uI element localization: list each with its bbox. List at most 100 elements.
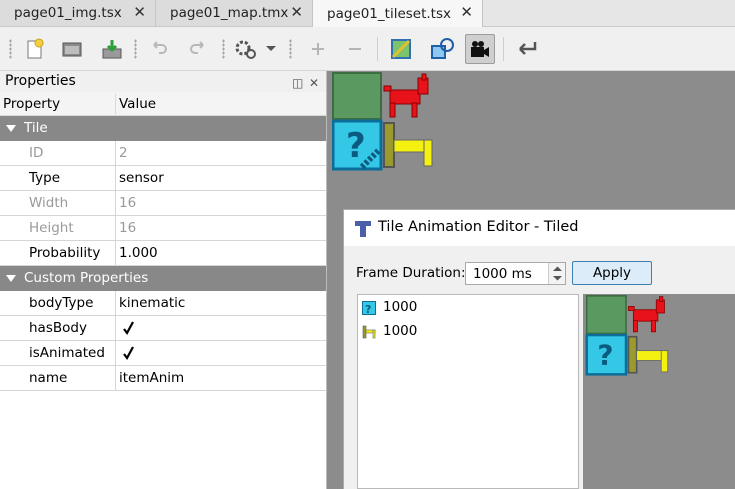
expand-arrow-icon[interactable] xyxy=(6,275,16,282)
property-key: Probability xyxy=(0,241,116,266)
red-dog-icon xyxy=(383,73,429,118)
toolbar-separator xyxy=(503,37,504,61)
property-key: Width xyxy=(0,191,116,216)
close-panel-icon[interactable]: ✕ xyxy=(309,73,319,94)
tab-page01-tileset[interactable]: page01_tileset.tsx ✕ xyxy=(313,0,483,28)
frame-duration-label: Frame Duration: xyxy=(356,265,466,281)
close-icon[interactable]: ✕ xyxy=(460,3,473,21)
tab-page01-map[interactable]: page01_map.tmx ✕ xyxy=(156,0,313,26)
add-tile-icon[interactable] xyxy=(303,34,333,64)
toolbar-grip[interactable] xyxy=(134,39,137,59)
dynamic-wrapping-icon[interactable] xyxy=(512,34,542,64)
frame-list[interactable]: ? 1000 1000 xyxy=(357,294,579,489)
dropdown-arrow-icon[interactable] xyxy=(262,34,280,64)
properties-header: Property Value xyxy=(0,92,326,116)
spring-icon xyxy=(383,122,433,168)
remove-tile-icon[interactable] xyxy=(340,34,370,64)
property-key: hasBody xyxy=(0,316,116,341)
question-block-icon: ? xyxy=(362,301,376,315)
column-header-property[interactable]: Property xyxy=(3,92,60,116)
dialog-tileset-view[interactable]: ? xyxy=(583,294,735,489)
toolbar-grip[interactable] xyxy=(289,39,292,59)
group-label: Tile xyxy=(24,120,48,136)
dialog-titlebar[interactable]: Tile Animation Editor - Tiled xyxy=(344,210,735,246)
tab-label: page01_img.tsx xyxy=(14,5,122,21)
toolbar-grip[interactable] xyxy=(9,39,12,59)
property-value: 2 xyxy=(116,141,326,166)
properties-panel: Properties ◫ ✕ Property Value Tile ID 2 … xyxy=(0,71,327,489)
list-item[interactable]: 1000 xyxy=(362,322,562,342)
group-row-custom-properties[interactable]: Custom Properties xyxy=(0,266,326,291)
tab-label: page01_map.tmx xyxy=(170,5,289,21)
property-key: Type xyxy=(0,166,116,191)
edit-terrain-icon[interactable] xyxy=(386,34,416,64)
checkmark-icon[interactable] xyxy=(121,345,136,361)
column-separator[interactable] xyxy=(115,94,116,114)
spring-icon xyxy=(362,325,376,339)
tileset-tiles[interactable]: ? xyxy=(332,72,452,182)
property-value[interactable]: 1.000 xyxy=(116,241,326,266)
spinbox-arrows[interactable] xyxy=(548,263,565,284)
frame-duration-value[interactable]: 1000 ms xyxy=(473,266,532,282)
frame-duration: 1000 xyxy=(383,299,418,315)
property-key: isAnimated xyxy=(0,341,116,366)
property-row-type[interactable]: Type sensor xyxy=(0,166,326,191)
property-row-width[interactable]: Width 16 xyxy=(0,191,326,216)
save-icon[interactable] xyxy=(97,34,127,64)
column-header-value[interactable]: Value xyxy=(119,92,156,116)
property-value[interactable]: kinematic xyxy=(116,291,326,316)
property-key: ID xyxy=(0,141,116,166)
tab-page01-img[interactable]: page01_img.tsx ✕ xyxy=(0,0,156,26)
svg-text:?: ? xyxy=(365,303,371,315)
property-key: Height xyxy=(0,216,116,241)
dialog-title: Tile Animation Editor - Tiled xyxy=(378,219,579,235)
dialog-tileset-tiles[interactable]: ? xyxy=(585,295,685,385)
frame-duration-spinbox[interactable]: 1000 ms xyxy=(465,262,566,285)
redo-icon[interactable] xyxy=(184,34,214,64)
undo-icon[interactable] xyxy=(143,34,173,64)
checkmark-icon[interactable] xyxy=(121,320,136,336)
green-block-icon xyxy=(332,72,382,120)
property-row-bodytype[interactable]: bodyType kinematic xyxy=(0,291,326,316)
group-row-tile[interactable]: Tile xyxy=(0,116,326,141)
property-value[interactable] xyxy=(116,341,326,366)
frame-duration: 1000 xyxy=(383,323,418,339)
property-key: name xyxy=(0,366,116,391)
chevron-down-icon xyxy=(553,276,562,281)
toolbar-separator xyxy=(377,37,378,61)
tile-animation-icon[interactable] xyxy=(465,34,495,64)
property-value[interactable] xyxy=(116,316,326,341)
group-label: Custom Properties xyxy=(24,270,149,286)
question-block-icon: ? xyxy=(332,119,383,171)
property-row-isanimated[interactable]: isAnimated xyxy=(0,341,326,366)
properties-panel-title: Properties ◫ ✕ xyxy=(0,71,326,92)
property-value[interactable]: itemAnim xyxy=(116,366,326,391)
edit-collision-icon[interactable] xyxy=(427,34,457,64)
float-panel-icon[interactable]: ◫ xyxy=(292,73,303,94)
new-tile-icon[interactable] xyxy=(20,34,50,64)
panel-title: Properties xyxy=(5,73,76,89)
svg-text:?: ? xyxy=(346,126,366,166)
list-item[interactable]: ? 1000 xyxy=(362,298,562,318)
close-icon[interactable]: ✕ xyxy=(133,3,146,21)
property-value[interactable]: sensor xyxy=(116,166,326,191)
property-value: 16 xyxy=(116,191,326,216)
toolbar xyxy=(0,27,735,71)
toolbar-grip[interactable] xyxy=(222,39,225,59)
wang-sets-icon[interactable] xyxy=(231,34,261,64)
property-row-name[interactable]: name itemAnim xyxy=(0,366,326,391)
document-tab-bar: page01_img.tsx ✕ page01_map.tmx ✕ page01… xyxy=(0,0,735,28)
property-row-probability[interactable]: Probability 1.000 xyxy=(0,241,326,266)
property-row-id[interactable]: ID 2 xyxy=(0,141,326,166)
tiled-logo-icon xyxy=(355,221,371,237)
open-icon[interactable] xyxy=(57,34,87,64)
apply-button[interactable]: Apply xyxy=(572,261,652,285)
close-icon[interactable]: ✕ xyxy=(290,3,303,21)
property-row-height[interactable]: Height 16 xyxy=(0,216,326,241)
property-key: bodyType xyxy=(0,291,116,316)
chevron-up-icon xyxy=(553,266,562,271)
property-row-hasbody[interactable]: hasBody xyxy=(0,316,326,341)
svg-text:?: ? xyxy=(597,339,613,372)
expand-arrow-icon[interactable] xyxy=(6,125,16,132)
tab-label: page01_tileset.tsx xyxy=(327,6,451,22)
